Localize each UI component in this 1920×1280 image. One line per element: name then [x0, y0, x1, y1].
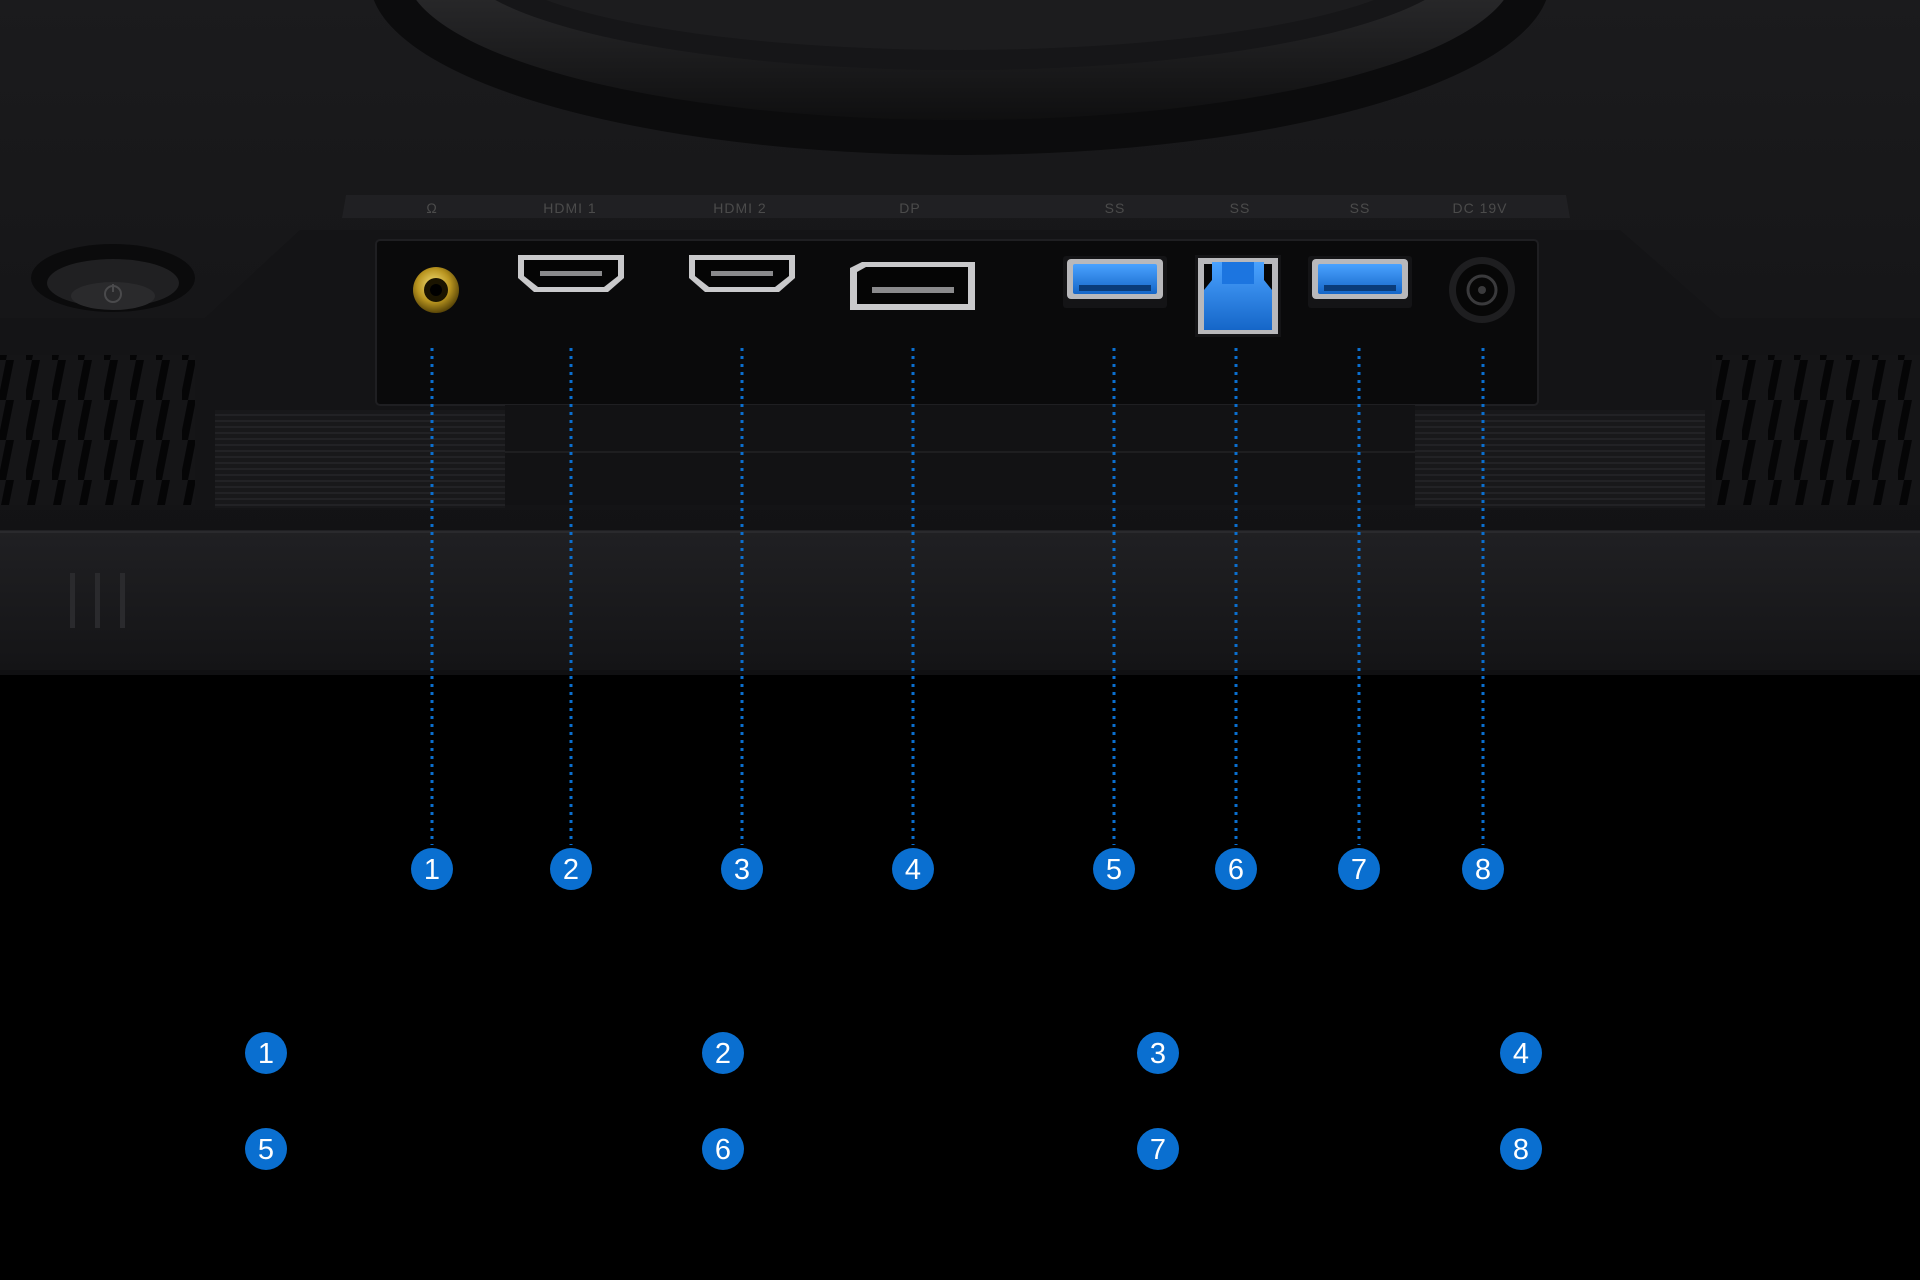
legend-item: 5 — [245, 1128, 287, 1170]
port-callout-5: 5 — [1093, 848, 1135, 890]
svg-text:SS: SS — [1350, 200, 1371, 216]
usb-b-port-icon — [1195, 255, 1281, 337]
legend-number: 5 — [258, 1134, 274, 1166]
port-callout-2: 2 — [550, 848, 592, 890]
port-callouts: 1 2 3 4 5 6 7 8 — [411, 848, 1504, 890]
port-callout-8: 8 — [1462, 848, 1504, 890]
legend: 1 2 3 4 5 6 7 8 — [245, 1032, 1542, 1170]
callout-number: 2 — [563, 854, 579, 886]
callout-number: 8 — [1475, 854, 1491, 886]
callout-number: 6 — [1228, 854, 1244, 886]
legend-number: 8 — [1513, 1134, 1529, 1166]
svg-text:SS: SS — [1105, 200, 1126, 216]
legend-number: 2 — [715, 1038, 731, 1070]
silk-label-hdmi2: HDMI 2 — [713, 200, 766, 216]
callout-number: 5 — [1106, 854, 1122, 886]
silk-label-hdmi1: HDMI 1 — [543, 200, 596, 216]
displayport-icon — [850, 262, 975, 310]
callout-number: 4 — [905, 854, 921, 886]
port-callout-3: 3 — [721, 848, 763, 890]
port-callout-7: 7 — [1338, 848, 1380, 890]
usb-a-port-icon — [1308, 256, 1412, 308]
legend-item: 3 — [1137, 1032, 1179, 1074]
silk-label-dc: DC 19V — [1452, 200, 1507, 216]
callout-number: 7 — [1351, 854, 1367, 886]
hdmi-port-icon — [689, 255, 795, 292]
legend-item: 7 — [1137, 1128, 1179, 1170]
silk-label-dp: DP — [899, 200, 920, 216]
headphone-jack-icon — [413, 267, 459, 313]
callout-number: 3 — [734, 854, 750, 886]
monitor-bottom-lip — [0, 530, 1920, 670]
vent-right — [1712, 355, 1920, 505]
silkscreen-strip: Ω HDMI 1 HDMI 2 DP SS SS SS DC 19V — [342, 195, 1570, 218]
monitor-ports-illustration: Ω HDMI 1 HDMI 2 DP SS SS SS DC 19V 1 2 3… — [0, 0, 1920, 1170]
port-callout-6: 6 — [1215, 848, 1257, 890]
usb-a-port-icon — [1063, 256, 1167, 308]
legend-number: 3 — [1150, 1038, 1166, 1070]
hdmi-port-icon — [518, 255, 624, 292]
legend-item: 8 — [1500, 1128, 1542, 1170]
legend-number: 4 — [1513, 1038, 1529, 1070]
port-callout-1: 1 — [411, 848, 453, 890]
legend-item: 2 — [702, 1032, 744, 1074]
dc-power-jack-icon — [1449, 257, 1515, 323]
legend-number: 1 — [258, 1038, 274, 1070]
port-callout-4: 4 — [892, 848, 934, 890]
legend-number: 7 — [1150, 1134, 1166, 1166]
legend-item: 4 — [1500, 1032, 1542, 1074]
vent-left — [0, 355, 195, 505]
legend-item: 1 — [245, 1032, 287, 1074]
svg-text:Ω: Ω — [426, 200, 438, 216]
power-button-icon — [31, 244, 195, 312]
svg-text:SS: SS — [1230, 200, 1251, 216]
legend-item: 6 — [702, 1128, 744, 1170]
callout-number: 1 — [424, 854, 440, 886]
legend-number: 6 — [715, 1134, 731, 1166]
